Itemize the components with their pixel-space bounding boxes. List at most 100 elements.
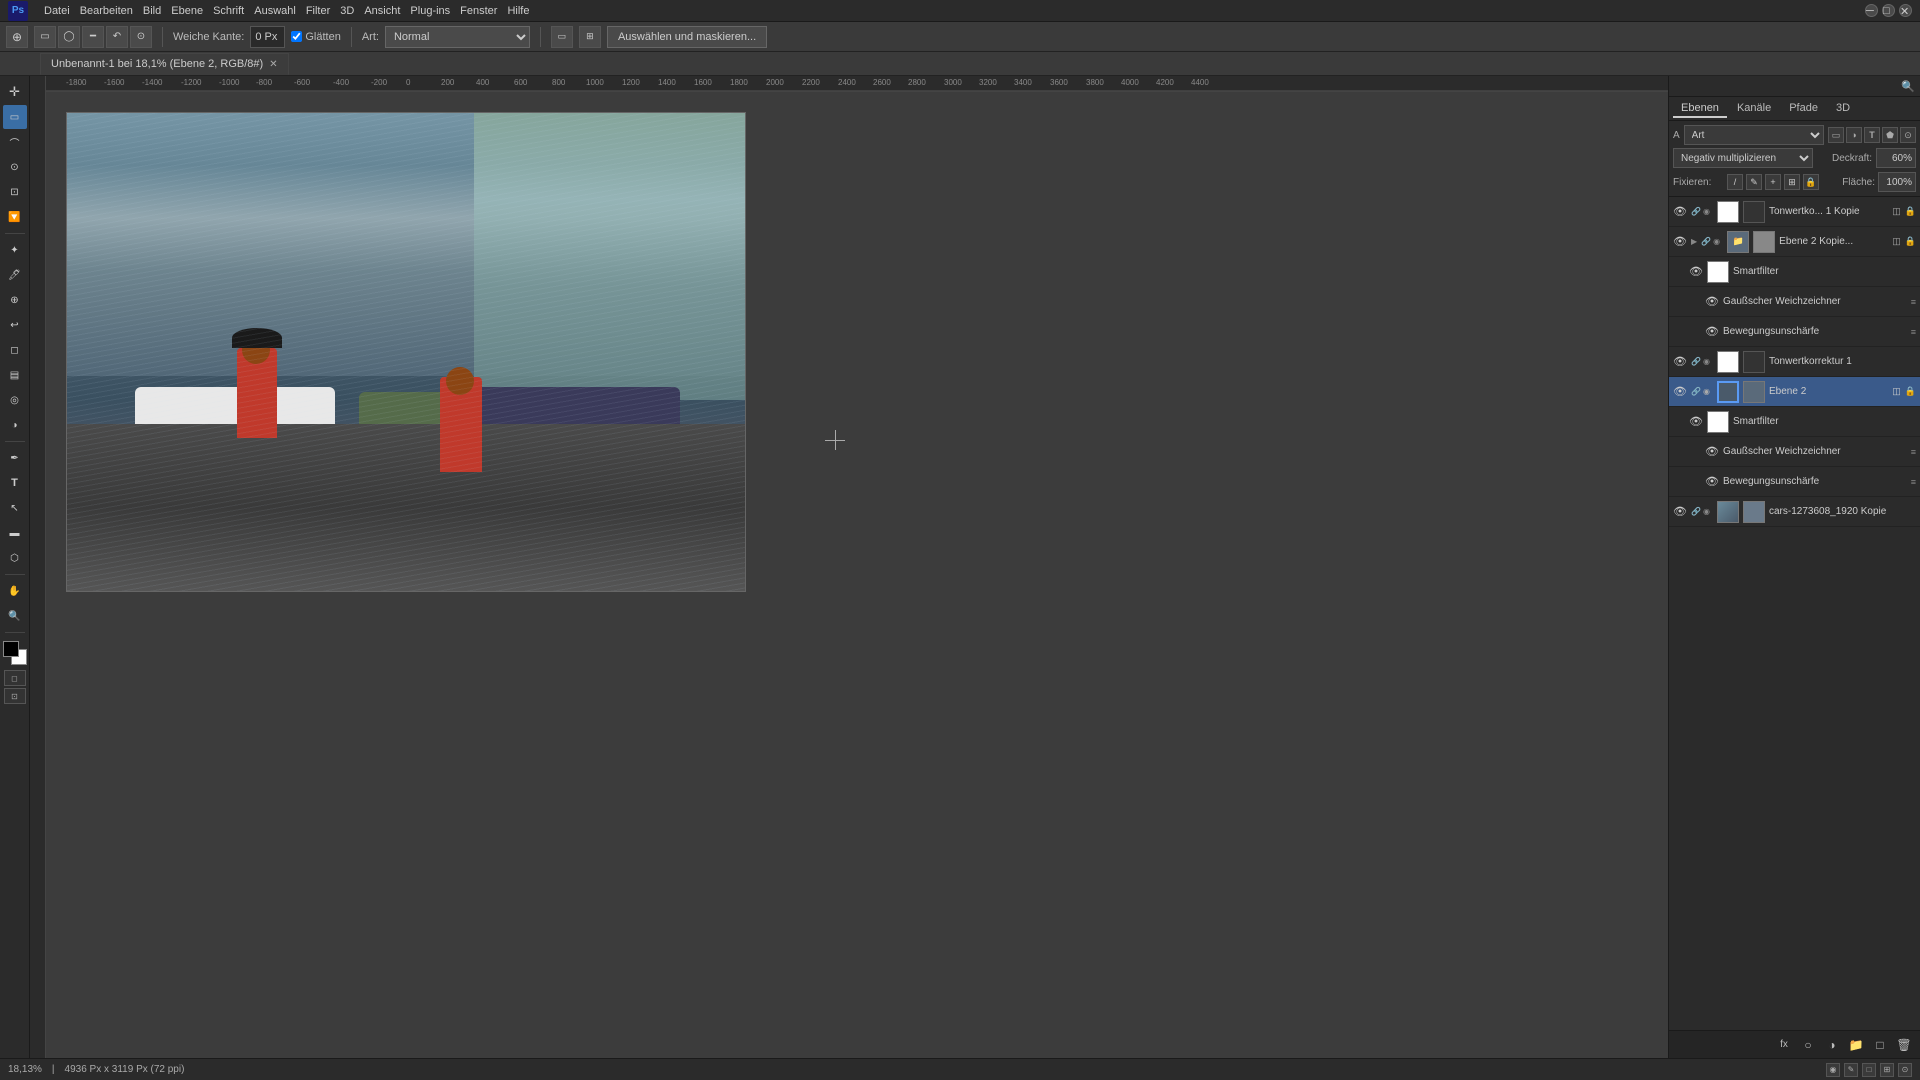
rect-marquee-icon[interactable]: ▭ xyxy=(34,26,56,48)
add-selection-icon[interactable]: ⊞ xyxy=(579,26,601,48)
dodge-tool[interactable]: ◑ xyxy=(3,413,27,437)
lock-transparent-icon[interactable]: / xyxy=(1727,174,1743,190)
visibility-eye[interactable]: 👁 xyxy=(1689,265,1703,279)
document-tab[interactable]: Unbenannt-1 bei 18,1% (Ebene 2, RGB/8#) … xyxy=(40,53,289,75)
tab-close-icon[interactable]: ✕ xyxy=(269,59,277,70)
art-filter-select[interactable]: Art xyxy=(1684,125,1824,145)
tab-pfade[interactable]: Pfade xyxy=(1781,100,1826,118)
visibility-eye[interactable]: 👁 xyxy=(1673,235,1687,249)
lock-pixels-icon[interactable]: ✎ xyxy=(1746,174,1762,190)
expand-icon[interactable]: ▶ xyxy=(1691,237,1697,246)
menu-fenster[interactable]: Fenster xyxy=(456,3,501,19)
menu-bearbeiten[interactable]: Bearbeiten xyxy=(76,3,137,19)
visibility-eye[interactable]: 👁 xyxy=(1705,295,1719,309)
blur-tool[interactable]: ◎ xyxy=(3,388,27,412)
maximize-button[interactable]: □ xyxy=(1882,4,1895,17)
smart-layer-icon[interactable]: ⊙ xyxy=(1900,127,1916,143)
eraser-tool[interactable]: ◻ xyxy=(3,338,27,362)
visibility-eye[interactable]: 👁 xyxy=(1673,205,1687,219)
blend-mode-select[interactable]: Negativ multiplizieren Normal Multiplizi… xyxy=(1673,148,1813,168)
minimize-button[interactable]: ─ xyxy=(1865,4,1878,17)
marquee-tool[interactable]: ▭ xyxy=(3,105,27,129)
foreground-color-swatch[interactable] xyxy=(3,641,19,657)
menu-schrift[interactable]: Schrift xyxy=(209,3,248,19)
tab-3d[interactable]: 3D xyxy=(1828,100,1858,118)
crop-tool[interactable]: ⊡ xyxy=(3,180,27,204)
menu-ansicht[interactable]: Ansicht xyxy=(360,3,404,19)
lock-artboard-icon[interactable]: ⊞ xyxy=(1784,174,1800,190)
canvas-area[interactable]: // Will be rendered inline below -1800 -… xyxy=(30,76,1668,1058)
layer-item-tonwertkorrektur1[interactable]: 👁 🔗 ◉ Tonwertkorrektur 1 xyxy=(1669,347,1920,377)
tab-ebenen[interactable]: Ebenen xyxy=(1673,100,1727,118)
menu-3d[interactable]: 3D xyxy=(336,3,358,19)
layer-item-cars-kopie[interactable]: 👁 🔗 ◉ cars-1273608_1920 Kopie xyxy=(1669,497,1920,527)
screen-mode-icon[interactable]: ⊡ xyxy=(4,688,26,704)
layer-item-tonwertkorrektur-kopie[interactable]: 👁 🔗 ◉ Tonwertko... 1 Kopie ◫ 🔒 xyxy=(1669,197,1920,227)
tab-kanaele[interactable]: Kanäle xyxy=(1729,100,1779,118)
layer-item-motion-1[interactable]: 👁 Bewegungsunschärfe ≡ xyxy=(1669,317,1920,347)
layer-item-smartfilter-1[interactable]: 👁 Smartfilter xyxy=(1669,257,1920,287)
feather-input[interactable] xyxy=(250,26,285,48)
hand-tool[interactable]: ✋ xyxy=(3,579,27,603)
status-icon-2[interactable]: ✎ xyxy=(1844,1063,1858,1077)
path-select-tool[interactable]: ↖ xyxy=(3,496,27,520)
status-icon-1[interactable]: ◉ xyxy=(1826,1063,1840,1077)
adjustment-layer-icon[interactable]: ◑ xyxy=(1822,1035,1842,1055)
menu-ebene[interactable]: Ebene xyxy=(167,3,207,19)
status-icon-4[interactable]: ⊞ xyxy=(1880,1063,1894,1077)
menu-plugins[interactable]: Plug-ins xyxy=(406,3,454,19)
add-mask-icon[interactable]: ○ xyxy=(1798,1035,1818,1055)
single-row-icon[interactable]: ━ xyxy=(82,26,104,48)
lock-position-icon[interactable]: + xyxy=(1765,174,1781,190)
glatten-checkbox[interactable] xyxy=(291,31,302,42)
quick-select-tool[interactable]: ⊙ xyxy=(3,155,27,179)
layer-item-smartfilter-2[interactable]: 👁 Smartfilter xyxy=(1669,407,1920,437)
search-icon[interactable]: 🔍 xyxy=(1900,78,1916,94)
status-icon-3[interactable]: □ xyxy=(1862,1063,1876,1077)
layer-item-ebene2[interactable]: 👁 🔗 ◉ Ebene 2 ◫ 🔒 xyxy=(1669,377,1920,407)
pixel-layer-icon[interactable]: ▭ xyxy=(1828,127,1844,143)
menu-filter[interactable]: Filter xyxy=(302,3,334,19)
menu-bild[interactable]: Bild xyxy=(139,3,165,19)
new-layer-icon[interactable]: □ xyxy=(1870,1035,1890,1055)
foreground-background-colors[interactable] xyxy=(3,641,27,665)
visibility-eye[interactable]: 👁 xyxy=(1689,415,1703,429)
eyedropper-tool[interactable]: 🔽 xyxy=(3,205,27,229)
menu-datei[interactable]: Datei xyxy=(40,3,74,19)
pen-tool[interactable]: ✒ xyxy=(3,446,27,470)
new-group-icon[interactable]: 📁 xyxy=(1846,1035,1866,1055)
close-button[interactable]: ✕ xyxy=(1899,4,1912,17)
standard-mode-icon[interactable]: ◻ xyxy=(4,670,26,686)
layer-item-motion-2[interactable]: 👁 Bewegungsunschärfe ≡ xyxy=(1669,467,1920,497)
fill-input[interactable]: 100% xyxy=(1878,172,1916,192)
visibility-eye[interactable]: 👁 xyxy=(1705,475,1719,489)
brush-tool[interactable]: 🖊 xyxy=(3,263,27,287)
quick-select-icon[interactable]: ⊙ xyxy=(130,26,152,48)
select-mask-button[interactable]: Auswählen und maskieren... xyxy=(607,26,767,48)
lasso-icon[interactable]: ↶ xyxy=(106,26,128,48)
history-brush-tool[interactable]: ↩ xyxy=(3,313,27,337)
menu-hilfe[interactable]: Hilfe xyxy=(503,3,533,19)
adjustment-layer-icon[interactable]: ◑ xyxy=(1846,127,1862,143)
clone-stamp-tool[interactable]: ⊕ xyxy=(3,288,27,312)
type-tool[interactable]: T xyxy=(3,471,27,495)
layer-fx-icon[interactable]: fx xyxy=(1774,1035,1794,1055)
ellipse-marquee-icon[interactable]: ◯ xyxy=(58,26,80,48)
gradient-tool[interactable]: ▤ xyxy=(3,363,27,387)
delete-layer-icon[interactable]: 🗑 xyxy=(1894,1035,1914,1055)
zoom-tool[interactable]: 🔍 xyxy=(3,604,27,628)
healing-brush-tool[interactable]: ✦ xyxy=(3,238,27,262)
text-layer-icon[interactable]: T xyxy=(1864,127,1880,143)
3d-tool[interactable]: ⬡ xyxy=(3,546,27,570)
visibility-eye[interactable]: 👁 xyxy=(1673,505,1687,519)
lasso-tool[interactable]: ⌒ xyxy=(3,130,27,154)
visibility-eye[interactable]: 👁 xyxy=(1705,325,1719,339)
lock-all-icon[interactable]: 🔒 xyxy=(1803,174,1819,190)
new-selection-icon[interactable]: ▭ xyxy=(551,26,573,48)
shape-tool[interactable]: ▬ xyxy=(3,521,27,545)
tool-preset-picker[interactable]: ⊕ xyxy=(6,26,28,48)
menu-auswahl[interactable]: Auswahl xyxy=(250,3,300,19)
status-icon-5[interactable]: ⊙ xyxy=(1898,1063,1912,1077)
art-select[interactable]: Normal Zu Auswahl hinzufügen Von Auswahl… xyxy=(385,26,530,48)
visibility-eye[interactable]: 👁 xyxy=(1673,355,1687,369)
